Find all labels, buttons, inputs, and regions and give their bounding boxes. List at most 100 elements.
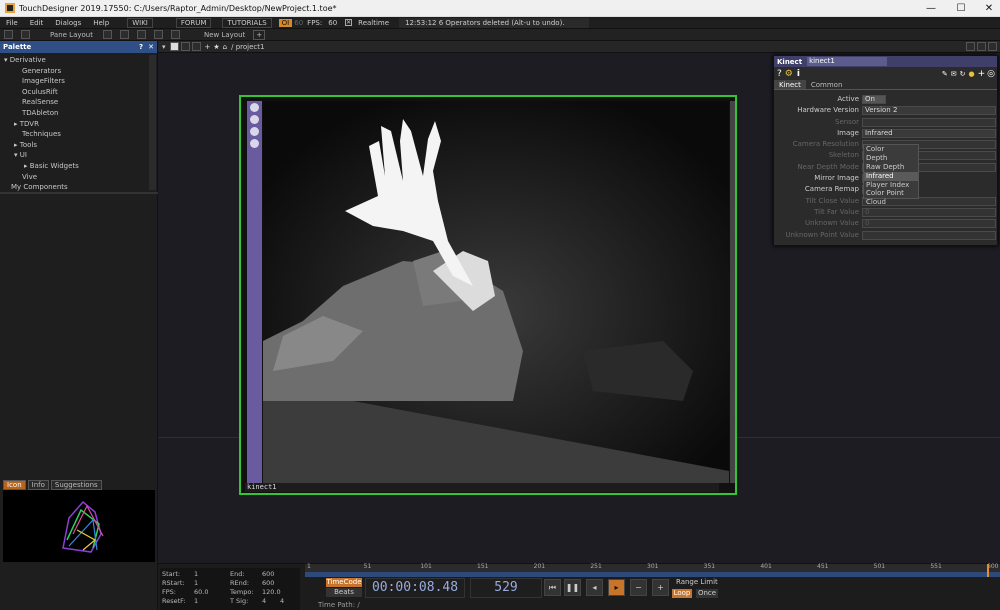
tree-item-generators[interactable]: Generators [0, 66, 148, 77]
beats-button[interactable]: Beats [326, 588, 362, 597]
stat-value[interactable]: 600 [262, 570, 274, 578]
timeline-ruler[interactable]: 1 51 101 151 201 251 301 351 401 451 501 551 600 [305, 563, 1000, 572]
edit-icon[interactable]: ✎ [942, 70, 948, 78]
pane-split-icon[interactable] [136, 30, 146, 39]
infrared-viewer[interactable] [263, 101, 729, 483]
viewer-scrollbar[interactable] [730, 101, 735, 483]
param-field[interactable] [862, 230, 996, 240]
viewer-toggle-icon[interactable] [250, 103, 259, 112]
python-icon[interactable]: ● [968, 70, 974, 78]
stat-value[interactable]: 1 [194, 570, 198, 578]
dropdown-option[interactable]: Color Point Cloud [864, 189, 918, 206]
expand-down-icon[interactable]: ▾ [4, 56, 8, 64]
playhead[interactable] [987, 564, 989, 577]
expand-down-icon[interactable]: ▾ [14, 151, 18, 159]
tree-item-tdableton[interactable]: TDAbleton [0, 108, 148, 119]
timecode-button[interactable]: TimeCode [326, 578, 362, 587]
stat-value[interactable]: 4 [280, 597, 284, 605]
pane-maximize-icon[interactable] [977, 42, 986, 51]
stat-value[interactable]: 4 [262, 597, 266, 605]
layout-icon[interactable] [4, 30, 13, 39]
tree-item-derivative[interactable]: ▾ Derivative [0, 55, 148, 66]
minimize-button[interactable]: — [917, 0, 945, 17]
arrow-icon[interactable] [250, 127, 259, 136]
layout-icon[interactable] [21, 30, 30, 39]
tree-item-vive[interactable]: Vive [0, 172, 148, 183]
tree-item-tdvr[interactable]: ▸ TDVR [0, 119, 148, 130]
tab-common[interactable]: Common [806, 80, 848, 89]
close-icon[interactable]: ✕ [148, 43, 154, 51]
stat-value[interactable]: 120.0 [262, 588, 281, 596]
new-layout-tab[interactable]: New Layout [204, 31, 245, 39]
stat-value[interactable]: 60.0 [194, 588, 208, 596]
pane-split-icon[interactable] [102, 30, 112, 39]
forward-icon[interactable] [191, 42, 201, 51]
tree-item-techniques[interactable]: Techniques [0, 129, 148, 140]
tree-item-imagefilters[interactable]: ImageFilters [0, 76, 148, 87]
maximize-button[interactable]: ☐ [947, 0, 975, 17]
dropdown-option[interactable]: Player Index [864, 181, 918, 190]
python-icon[interactable]: ⚙ [785, 69, 793, 79]
dropdown-option[interactable]: Raw Depth [864, 163, 918, 172]
comment-icon[interactable]: ✉ [951, 70, 957, 78]
arrow-down-icon[interactable]: ▾ [162, 43, 166, 51]
tree-item-realsense[interactable]: RealSense [0, 97, 148, 108]
oi-badge[interactable]: OI [278, 18, 293, 27]
step-back-button[interactable]: ◂ [586, 579, 603, 596]
node-name-label[interactable]: kinect1 [245, 483, 719, 492]
step-minus-button[interactable]: − [630, 579, 647, 596]
kinect-node[interactable]: kinect1 [239, 95, 737, 495]
param-field[interactable]: Infrared [862, 128, 996, 138]
cycle-icon[interactable]: ↻ [960, 70, 966, 78]
menu-file[interactable]: File [0, 19, 24, 27]
tab-suggestions[interactable]: Suggestions [50, 480, 102, 490]
pin-icon[interactable] [250, 115, 259, 124]
close-button[interactable]: ✕ [975, 0, 1000, 17]
tutorials-button[interactable]: TUTORIALS [222, 17, 272, 28]
param-field[interactable]: 0 [862, 219, 996, 229]
tab-kinect[interactable]: Kinect [774, 80, 806, 89]
add-layout-button[interactable]: + [253, 29, 266, 40]
back-icon[interactable] [180, 42, 190, 51]
network-path[interactable]: / project1 [231, 43, 264, 51]
info-icon[interactable]: i [797, 69, 800, 79]
dropdown-option[interactable]: Depth [864, 154, 918, 163]
star-icon[interactable]: ★ [213, 43, 219, 51]
timeline-track[interactable] [305, 572, 1000, 577]
play-button[interactable]: ▸ [608, 579, 625, 596]
pause-button[interactable]: ❚❚ [564, 579, 581, 596]
palette-scrollbar[interactable] [149, 55, 156, 190]
step-plus-button[interactable]: + [652, 579, 669, 596]
param-field[interactable] [862, 117, 996, 127]
menu-edit[interactable]: Edit [24, 19, 50, 27]
pane-split-icon[interactable] [119, 30, 129, 39]
stat-value[interactable]: 1 [194, 579, 198, 587]
target-icon[interactable]: ◎ [987, 69, 995, 79]
stat-value[interactable]: 1 [194, 597, 198, 605]
dropdown-option[interactable]: Infrared [864, 171, 918, 181]
once-button[interactable]: Once [696, 589, 718, 598]
expand-right-icon[interactable]: ▸ [14, 120, 18, 128]
tree-item-oculusrift[interactable]: OculusRift [0, 87, 148, 98]
param-field[interactable]: 0 [862, 207, 996, 217]
tree-item-basic-widgets[interactable]: ▸ Basic Widgets [0, 161, 148, 172]
image-dropdown-menu[interactable]: Color Depth Raw Depth Infrared Player Index C… [863, 144, 919, 206]
gear-icon[interactable] [250, 139, 259, 148]
realtime-checkbox[interactable]: ✕ [345, 19, 353, 26]
home-icon[interactable]: ⌂ [223, 43, 227, 51]
timecode-display[interactable]: 00:00:08.48 [365, 578, 465, 598]
help-icon[interactable]: ? [777, 69, 782, 79]
rewind-button[interactable]: ⏮ [544, 579, 561, 596]
menu-help[interactable]: Help [87, 19, 115, 27]
param-field[interactable]: On [862, 95, 886, 104]
pane-split-icon[interactable] [170, 30, 180, 39]
frame-display[interactable]: 529 [470, 578, 542, 598]
tab-icon[interactable]: Icon [3, 480, 26, 490]
stop-icon[interactable] [169, 42, 179, 51]
expand-right-icon[interactable]: ▸ [14, 141, 18, 149]
op-name-field[interactable]: kinect1 [807, 57, 888, 66]
wiki-button[interactable]: WIKI [127, 17, 153, 28]
menu-dialogs[interactable]: Dialogs [49, 19, 87, 27]
pane-close-icon[interactable] [988, 42, 997, 51]
tree-item-ui[interactable]: ▾ UI [0, 150, 148, 161]
